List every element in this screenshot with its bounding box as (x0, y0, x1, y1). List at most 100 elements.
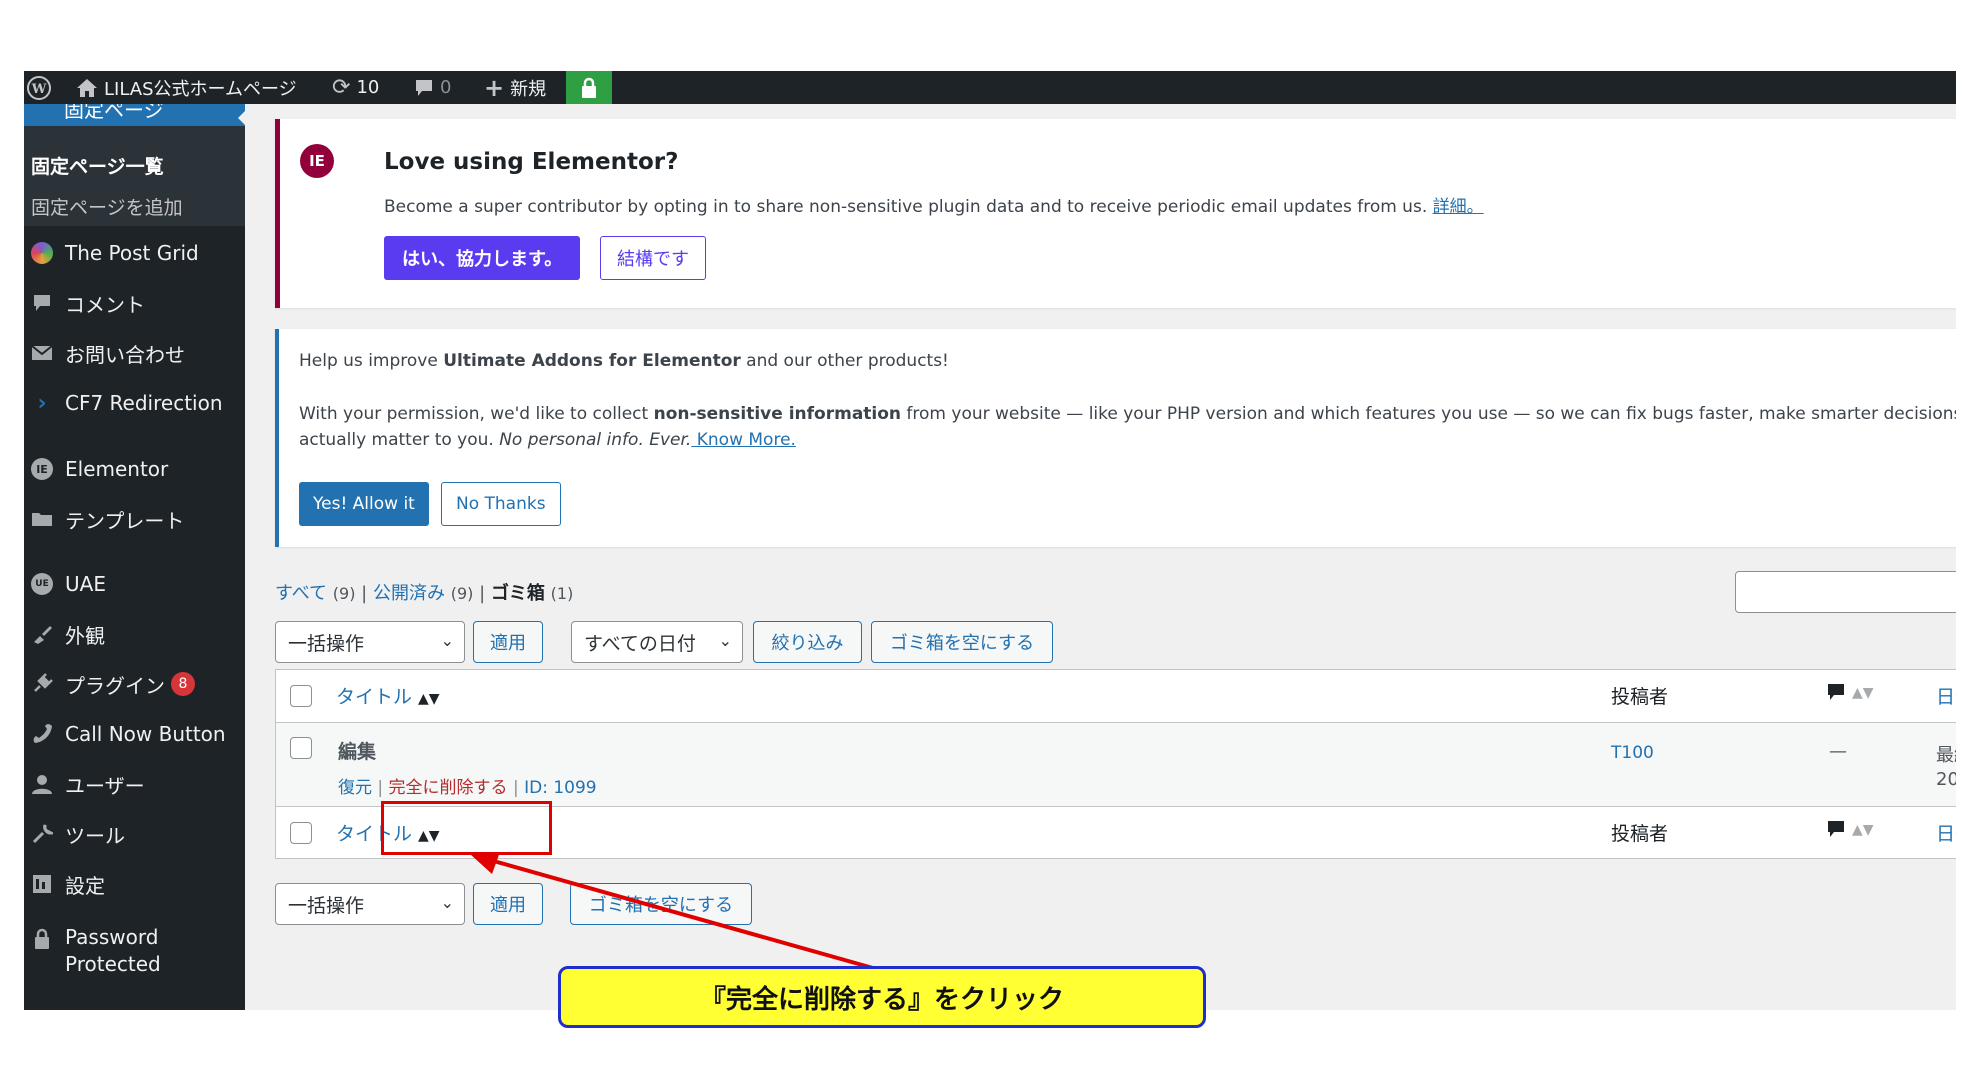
site-name-link[interactable]: LILAS公式ホームページ (76, 71, 297, 104)
date-filter-value: すべての日付 (584, 632, 696, 655)
sidebar-item-templates[interactable]: テンプレート (24, 499, 245, 539)
highlight-box (381, 801, 552, 855)
updates-link[interactable]: ⟳ 10 (332, 71, 379, 104)
uae-notice-line3: actually matter to you. No personal info… (299, 430, 796, 450)
empty-trash-button-top[interactable]: ゴミ箱を空にする (871, 621, 1053, 663)
select-all-checkbox-bottom[interactable] (290, 822, 312, 844)
uae-allow-button[interactable]: Yes! Allow it (299, 482, 429, 526)
sidebar-item-comments[interactable]: コメント (24, 283, 245, 323)
updates-count: 10 (356, 77, 380, 98)
post-grid-icon (29, 240, 55, 266)
sidebar-item-label: Call Now Button (65, 722, 226, 746)
sidebar-item-uae[interactable]: UE UAE (24, 564, 245, 604)
column-author: 投稿者 (1611, 686, 1669, 708)
delete-permanently-link[interactable]: 完全に削除する (389, 778, 508, 798)
wordpress-logo-icon[interactable]: W (26, 71, 52, 104)
uae-icon: UE (29, 571, 55, 597)
row-id: ID: 1099 (524, 778, 597, 798)
column-date-sort-bottom[interactable]: 日付 (1936, 819, 1956, 846)
lock-icon (582, 77, 596, 98)
column-title-label: タイトル (336, 686, 413, 708)
uae-notice-line2: With your permission, we'd like to colle… (299, 404, 1956, 424)
sidebar-item-pages[interactable]: 固定ページ (24, 104, 245, 126)
filter-all-link[interactable]: すべて (275, 583, 327, 604)
sort-icon: ▲▼ (1852, 822, 1874, 838)
column-comments-sort[interactable]: ▲▼ (1826, 680, 1874, 702)
product-name: Ultimate Addons for Elementor (443, 351, 741, 371)
instruction-callout: 『完全に削除する』をクリック (558, 966, 1206, 1028)
row-author-link[interactable]: T100 (1611, 743, 1654, 763)
sidebar-item-call-now-button[interactable]: Call Now Button (24, 714, 245, 754)
row-checkbox[interactable] (290, 737, 312, 759)
date-filter-select[interactable]: すべての日付 ⌄ (571, 621, 743, 663)
select-all-checkbox[interactable] (290, 685, 312, 707)
elementor-optin-yes-button[interactable]: はい、協力します。 (384, 236, 581, 280)
sidebar-item-elementor[interactable]: IE Elementor (24, 449, 245, 489)
text: Help us improve (299, 351, 444, 371)
sidebar-item-appearance[interactable]: 外観 (24, 614, 245, 654)
elementor-optin-no-button[interactable]: 結構です (600, 236, 706, 280)
uae-notice: Help us improve Ultimate Addons for Elem… (275, 329, 1956, 547)
sidebar-item-cf7-redirection[interactable]: › CF7 Redirection (24, 383, 245, 423)
sidebar-item-label: CF7 Redirection (65, 391, 223, 415)
filter-published-link[interactable]: 公開済み (373, 583, 445, 604)
site-name: LILAS公式ホームページ (104, 78, 297, 100)
sort-icon: ▲▼ (1852, 685, 1874, 701)
svg-text:W: W (31, 82, 47, 97)
empty-trash-button-bottom[interactable]: ゴミ箱を空にする (570, 883, 752, 925)
submenu-add-page[interactable]: 固定ページを追加 (31, 193, 183, 220)
notice-message: Become a super contributor by opting in … (384, 197, 1428, 217)
search-input[interactable] (1735, 571, 1956, 613)
mail-icon (29, 340, 55, 366)
separator: | (479, 583, 486, 604)
password-lock-toggle[interactable] (566, 71, 612, 104)
notice-details-link[interactable]: 詳細。 (1433, 197, 1484, 217)
notice-text: Become a super contributor by opting in … (384, 192, 1484, 217)
elementor-logo-icon: IE (300, 144, 334, 178)
sidebar-item-users[interactable]: ユーザー (24, 764, 245, 804)
text: actually matter to you. (299, 430, 500, 450)
elementor-notice: IE Love using Elementor? Become a super … (275, 119, 1956, 308)
restore-link[interactable]: 復元 (338, 778, 372, 798)
text: and our other products! (740, 351, 949, 371)
filter-button[interactable]: 絞り込み (753, 621, 862, 663)
comments-link[interactable]: 0 (414, 71, 451, 104)
filter-published-count: (9) (450, 584, 474, 603)
filter-all-count: (9) (332, 584, 356, 603)
filter-trash-current[interactable]: ゴミ箱 (491, 583, 545, 604)
bulk-action-select-bottom[interactable]: 一括操作 ⌄ (275, 883, 465, 925)
sidebar-item-label: コメント (65, 292, 145, 317)
row-title: 編集 (338, 741, 377, 763)
sidebar-item-label: Password (65, 925, 159, 949)
submenu-all-pages[interactable]: 固定ページ一覧 (31, 152, 164, 179)
new-content-link[interactable]: + 新規 (484, 71, 546, 104)
wrench-icon (29, 821, 55, 847)
know-more-link[interactable]: Know More. (691, 430, 796, 450)
brush-icon (29, 621, 55, 647)
text: With your permission, we'd like to colle… (299, 404, 654, 424)
notice-title: Love using Elementor? (384, 149, 679, 175)
bulk-action-select-top[interactable]: 一括操作 ⌄ (275, 621, 465, 663)
column-title-sort[interactable]: タイトル ▲▼ (336, 682, 440, 709)
sidebar-item-post-grid[interactable]: The Post Grid (24, 233, 245, 273)
main-content: IE Love using Elementor? Become a super … (245, 104, 1956, 1010)
separator: | (361, 583, 368, 604)
comment-bubble-icon (416, 79, 432, 96)
uae-no-thanks-button[interactable]: No Thanks (441, 482, 561, 526)
sidebar-item-label: The Post Grid (65, 241, 199, 265)
row-comments: — (1829, 741, 1847, 762)
sidebar-item-contact[interactable]: お問い合わせ (24, 333, 245, 373)
comment-icon (29, 290, 55, 316)
sidebar-item-password-protected[interactable]: Password Protected (24, 924, 245, 984)
apply-button-bottom[interactable]: 適用 (473, 883, 543, 925)
sidebar-item-label: Elementor (65, 457, 169, 481)
column-date-sort[interactable]: 日付 (1936, 682, 1956, 709)
row-date-status: 最終更新 (1936, 745, 1956, 766)
redirect-icon: › (37, 390, 47, 416)
column-comments-sort-bottom[interactable]: ▲▼ (1826, 817, 1874, 839)
sidebar-item-tools[interactable]: ツール (24, 814, 245, 854)
sidebar-item-settings[interactable]: 設定 (24, 864, 245, 904)
sidebar-item-label: プラグイン (65, 673, 165, 698)
sidebar-item-plugins[interactable]: プラグイン 8 (24, 664, 245, 704)
apply-button-top[interactable]: 適用 (473, 621, 543, 663)
